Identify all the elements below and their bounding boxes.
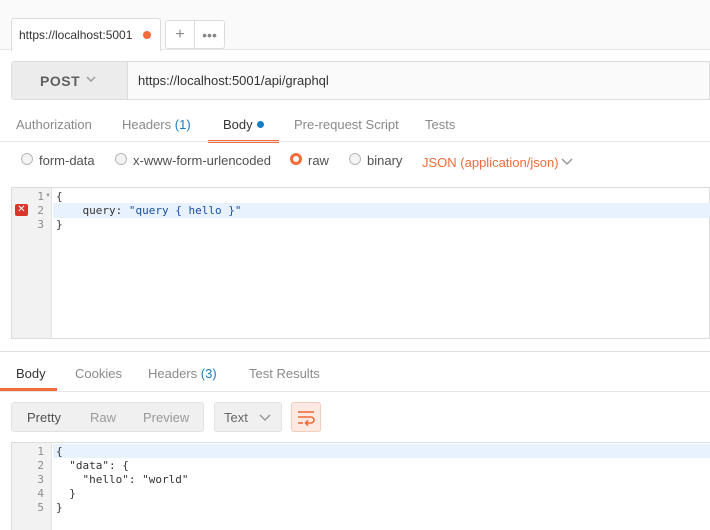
label-binary: binary bbox=[367, 153, 403, 168]
code-line: query: "query { hello }" bbox=[56, 204, 241, 217]
tab-test-results[interactable]: Test Results bbox=[249, 366, 320, 381]
modified-dot-icon bbox=[256, 121, 264, 128]
request-tabs: Authorization Headers (1) Body Pre-reque… bbox=[0, 112, 710, 143]
content-type-select[interactable]: JSON (application/json) bbox=[422, 155, 559, 170]
tab-authorization[interactable]: Authorization bbox=[16, 117, 92, 132]
body-type-options: form-data x-www-form-urlencoded raw bina… bbox=[0, 150, 710, 176]
radio-form-data[interactable] bbox=[21, 153, 33, 165]
url-bar: POST https://localhost:5001/api/graphql bbox=[11, 61, 710, 100]
line-number: 1 bbox=[37, 190, 44, 203]
fold-icon[interactable]: ▼ bbox=[45, 193, 51, 199]
tab-response-headers-label: Headers bbox=[148, 366, 198, 381]
code-line: } bbox=[56, 218, 63, 231]
line-number: 1 bbox=[37, 445, 44, 458]
format-select[interactable]: Text bbox=[214, 402, 282, 432]
tab-cookies[interactable]: Cookies bbox=[75, 366, 122, 381]
tab-headers-label: Headers bbox=[122, 117, 172, 132]
line-gutter: 1 ▼ ✕ 2 3 bbox=[12, 188, 52, 338]
new-tab-button[interactable]: + bbox=[165, 20, 195, 49]
unsaved-dot-icon bbox=[143, 31, 151, 39]
line-number: 3 bbox=[37, 218, 44, 231]
label-raw: raw bbox=[308, 153, 329, 168]
headers-count: (1) bbox=[174, 117, 191, 132]
wrap-lines-button[interactable] bbox=[291, 402, 321, 432]
radio-binary[interactable] bbox=[349, 153, 361, 165]
line-gutter: 1 2 3 4 5 bbox=[12, 443, 52, 530]
url-input[interactable]: https://localhost:5001/api/graphql bbox=[138, 73, 329, 88]
request-tab-title: https://localhost:5001 bbox=[19, 28, 133, 42]
method-label: POST bbox=[40, 72, 81, 89]
code-line: } bbox=[56, 501, 63, 514]
code-line: { bbox=[56, 190, 63, 203]
tab-response-headers[interactable]: Headers (3) bbox=[148, 366, 217, 381]
method-select[interactable]: POST bbox=[12, 62, 128, 99]
line-number: 4 bbox=[37, 487, 44, 500]
tab-prerequest-script[interactable]: Pre-request Script bbox=[294, 117, 399, 132]
tab-options-button[interactable]: ••• bbox=[195, 20, 225, 49]
active-line-highlight bbox=[53, 444, 710, 458]
tab-body-label: Body bbox=[223, 117, 253, 132]
chevron-down-icon[interactable] bbox=[561, 157, 573, 167]
request-tab[interactable]: https://localhost:5001 bbox=[11, 18, 161, 51]
pane-splitter[interactable] bbox=[0, 351, 710, 352]
line-number: 3 bbox=[37, 473, 44, 486]
tab-body[interactable]: Body bbox=[223, 117, 264, 132]
divider bbox=[0, 141, 710, 142]
divider bbox=[0, 391, 710, 392]
response-body-viewer[interactable]: 1 2 3 4 5 { "data": { "hello": "world" }… bbox=[11, 442, 710, 530]
code-key: query: bbox=[56, 204, 129, 217]
tab-response-body[interactable]: Body bbox=[16, 366, 46, 381]
tab-tests[interactable]: Tests bbox=[425, 117, 455, 132]
ellipsis-icon: ••• bbox=[202, 26, 217, 43]
radio-urlencoded[interactable] bbox=[115, 153, 127, 165]
chevron-down-icon bbox=[259, 414, 271, 422]
code-string: "query { hello }" bbox=[128, 204, 242, 217]
line-number: 2 bbox=[37, 459, 44, 472]
pretty-button[interactable]: Pretty bbox=[27, 410, 61, 425]
plus-icon: + bbox=[175, 25, 185, 43]
code-line: "data": { bbox=[56, 459, 129, 472]
chevron-down-icon bbox=[86, 76, 96, 83]
label-urlencoded: x-www-form-urlencoded bbox=[133, 153, 271, 168]
response-tabs: Body Cookies Headers (3) Test Results bbox=[0, 360, 710, 390]
format-label: Text bbox=[224, 410, 248, 425]
code-line: "hello": "world" bbox=[56, 473, 189, 486]
tab-strip: https://localhost:5001 + ••• bbox=[0, 0, 710, 51]
view-mode-selector: Pretty Raw Preview bbox=[11, 402, 204, 432]
radio-raw[interactable] bbox=[290, 153, 302, 165]
tab-headers[interactable]: Headers (1) bbox=[122, 117, 191, 132]
line-number: 2 bbox=[37, 204, 44, 217]
raw-button[interactable]: Raw bbox=[90, 410, 116, 425]
preview-button[interactable]: Preview bbox=[143, 410, 189, 425]
wrap-lines-icon bbox=[298, 411, 315, 427]
response-headers-count: (3) bbox=[200, 366, 217, 381]
label-form-data: form-data bbox=[39, 153, 95, 168]
line-number: 5 bbox=[37, 501, 44, 514]
request-body-editor[interactable]: 1 ▼ ✕ 2 3 { query: "query { hello }" } bbox=[11, 187, 710, 339]
code-line: { bbox=[56, 445, 63, 458]
code-line: } bbox=[56, 487, 76, 500]
